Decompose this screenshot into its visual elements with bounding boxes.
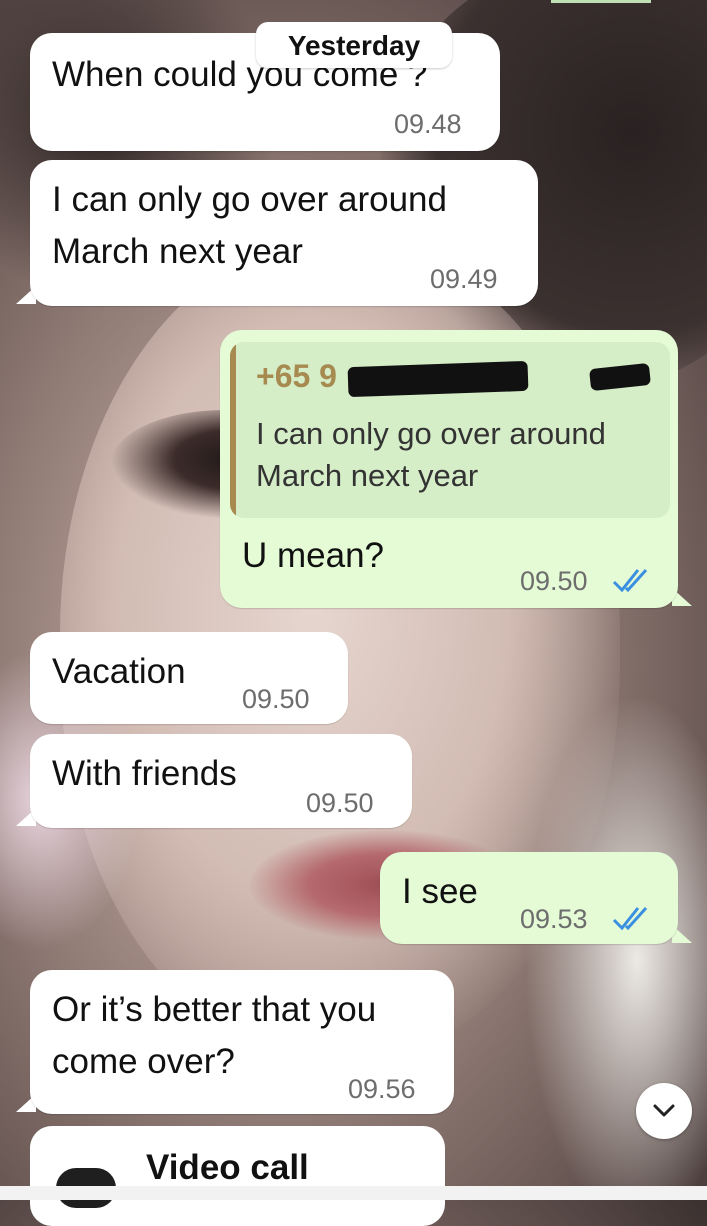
read-double-check-icon (612, 568, 648, 593)
read-double-check-icon (612, 906, 648, 931)
bottom-bar (0, 1186, 707, 1200)
scroll-to-bottom-button[interactable] (636, 1083, 692, 1139)
incoming-message[interactable]: Vacation 09.50 (30, 632, 348, 724)
message-text-line: Or it’s better that you (52, 990, 377, 1029)
message-time: 09.50 (306, 788, 374, 818)
quoted-text-line: March next year (256, 458, 479, 493)
date-separator: Yesterday (256, 22, 452, 68)
call-label: Video call (146, 1148, 309, 1187)
message-text: With friends (52, 754, 237, 793)
incoming-message[interactable]: I can only go over around March next yea… (30, 160, 538, 306)
message-time: 09.48 (394, 109, 462, 139)
redaction-mark (347, 360, 529, 398)
incoming-message[interactable]: With friends 09.50 (30, 734, 412, 828)
message-text: U mean? (242, 536, 385, 575)
quoted-sender: +65 9 (256, 358, 337, 394)
message-time: 09.49 (430, 264, 498, 294)
incoming-message[interactable]: Or it’s better that you come over? 09.56 (30, 970, 454, 1114)
message-time: 09.53 (520, 904, 588, 934)
message-time: 09.50 (520, 566, 588, 596)
message-time: 09.50 (242, 684, 310, 714)
quoted-text-line: I can only go over around (256, 416, 606, 451)
redaction-mark (589, 362, 651, 392)
quote-accent-bar (230, 342, 236, 518)
message-time: 09.56 (348, 1074, 416, 1104)
message-text-line: come over? (52, 1042, 235, 1081)
message-text-line: I can only go over around (52, 180, 447, 219)
message-text: I see (402, 872, 478, 911)
chevron-down-icon (653, 1104, 675, 1117)
message-text-line: March next year (52, 232, 303, 271)
message-text: Vacation (52, 652, 186, 691)
quoted-reply[interactable]: +65 9 I can only go over around March ne… (230, 342, 670, 518)
